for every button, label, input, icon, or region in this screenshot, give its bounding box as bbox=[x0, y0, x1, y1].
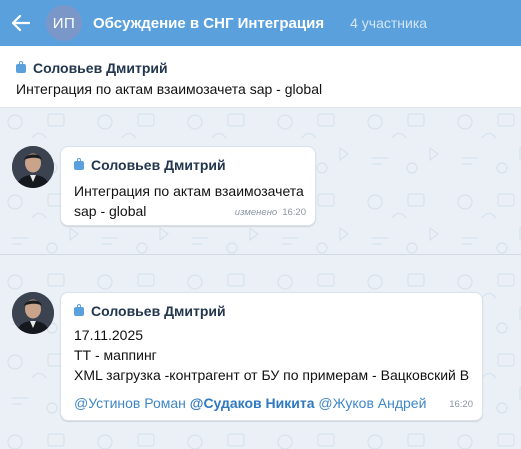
message-author[interactable]: Соловьев Дмитрий bbox=[91, 303, 226, 319]
pinned-text: Интеграция по актам взаимозачета sap - g… bbox=[16, 81, 323, 97]
message-text-line: XML загрузка -контрагент от БУ по пример… bbox=[74, 367, 470, 383]
briefcase-icon bbox=[74, 158, 84, 170]
pinned-author-row: Соловьев Дмитрий bbox=[16, 60, 168, 76]
message-meta: изменено 16:20 bbox=[235, 207, 306, 218]
divider bbox=[0, 254, 521, 255]
message-list[interactable]: Соловьев Дмитрий Интеграция по актам вза… bbox=[0, 108, 521, 449]
chat-header: ИП Обсуждение в СНГ Интеграция 4 участни… bbox=[0, 0, 521, 46]
briefcase-icon bbox=[74, 304, 84, 316]
edited-label: изменено bbox=[234, 207, 278, 218]
avatar[interactable] bbox=[12, 292, 54, 334]
message-time: 16:20 bbox=[282, 207, 306, 218]
mention-link[interactable]: @Судаков Никита bbox=[190, 395, 315, 411]
message-author-row: Соловьев Дмитрий bbox=[74, 157, 226, 173]
message-text-line: Интеграция по актам взаимозачета bbox=[74, 183, 304, 199]
pinned-author: Соловьев Дмитрий bbox=[33, 60, 168, 76]
arrow-left-icon bbox=[12, 15, 30, 31]
message-author[interactable]: Соловьев Дмитрий bbox=[91, 157, 226, 173]
chat-title[interactable]: Обсуждение в СНГ Интеграция bbox=[93, 15, 324, 32]
chat-avatar[interactable]: ИП bbox=[46, 5, 82, 41]
message-time: 16:20 bbox=[449, 399, 473, 410]
user-photo-icon bbox=[12, 292, 54, 334]
message-bubble[interactable]: Соловьев Дмитрий 17.11.2025 ТТ - маппинг… bbox=[60, 292, 483, 421]
message-meta: 16:20 bbox=[449, 399, 473, 410]
back-button[interactable] bbox=[0, 0, 42, 46]
user-photo-icon bbox=[12, 146, 54, 188]
participants-count[interactable]: 4 участника bbox=[350, 15, 427, 31]
message-bubble[interactable]: Соловьев Дмитрий Интеграция по актам вза… bbox=[60, 146, 316, 226]
avatar[interactable] bbox=[12, 146, 54, 188]
mention-link[interactable]: @Жуков Андрей bbox=[318, 395, 426, 411]
message-author-row: Соловьев Дмитрий bbox=[74, 303, 226, 319]
pinned-message[interactable]: Соловьев Дмитрий Интеграция по актам вза… bbox=[0, 46, 521, 108]
mention-link[interactable]: @Устинов Роман bbox=[74, 395, 186, 411]
message-text-line: sap - global bbox=[74, 203, 147, 219]
mentions-row: @Устинов Роман @Судаков Никита @Жуков Ан… bbox=[74, 395, 426, 411]
message-text-line: 17.11.2025 bbox=[74, 327, 144, 343]
message-text-line: ТТ - маппинг bbox=[74, 347, 157, 363]
briefcase-icon bbox=[16, 61, 26, 73]
